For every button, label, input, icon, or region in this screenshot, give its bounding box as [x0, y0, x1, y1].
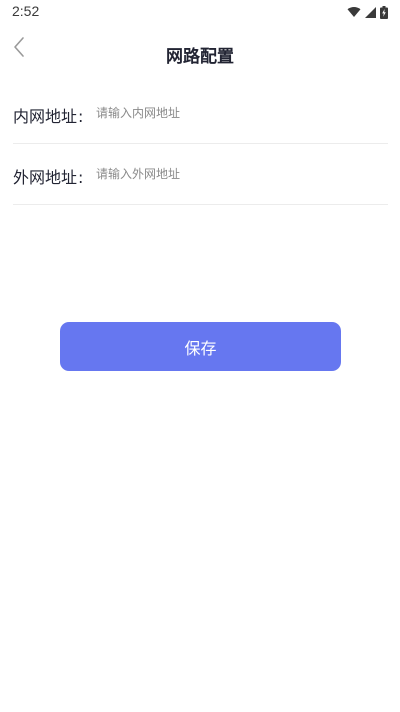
network-config-screen: 2:52 网路配置 内网地址: 请输入内网地址 外网地址: 请输入外网地址 保存	[0, 0, 400, 712]
wifi-icon	[347, 6, 361, 18]
header: 网路配置	[0, 30, 400, 76]
extranet-address-label: 外网地址:	[13, 164, 83, 188]
intranet-address-row: 内网地址:	[13, 83, 388, 144]
status-icons	[347, 4, 388, 20]
battery-charging-icon	[380, 5, 388, 19]
page-title: 网路配置	[166, 47, 234, 67]
extranet-address-label-colon: :	[78, 168, 84, 187]
extranet-address-row: 外网地址:	[13, 144, 388, 205]
extranet-address-input[interactable]	[96, 162, 376, 186]
save-button-label: 保存	[184, 338, 217, 358]
intranet-address-label-text: 内网地址	[13, 107, 78, 126]
intranet-address-label-colon: :	[78, 107, 84, 126]
status-time: 2:52	[12, 3, 40, 19]
status-bar: 2:52	[0, 0, 400, 24]
signal-icon	[365, 6, 376, 18]
intranet-address-input[interactable]	[96, 101, 376, 125]
intranet-address-label: 内网地址:	[13, 103, 83, 127]
save-button[interactable]: 保存	[60, 322, 341, 371]
extranet-address-label-text: 外网地址	[13, 168, 78, 187]
